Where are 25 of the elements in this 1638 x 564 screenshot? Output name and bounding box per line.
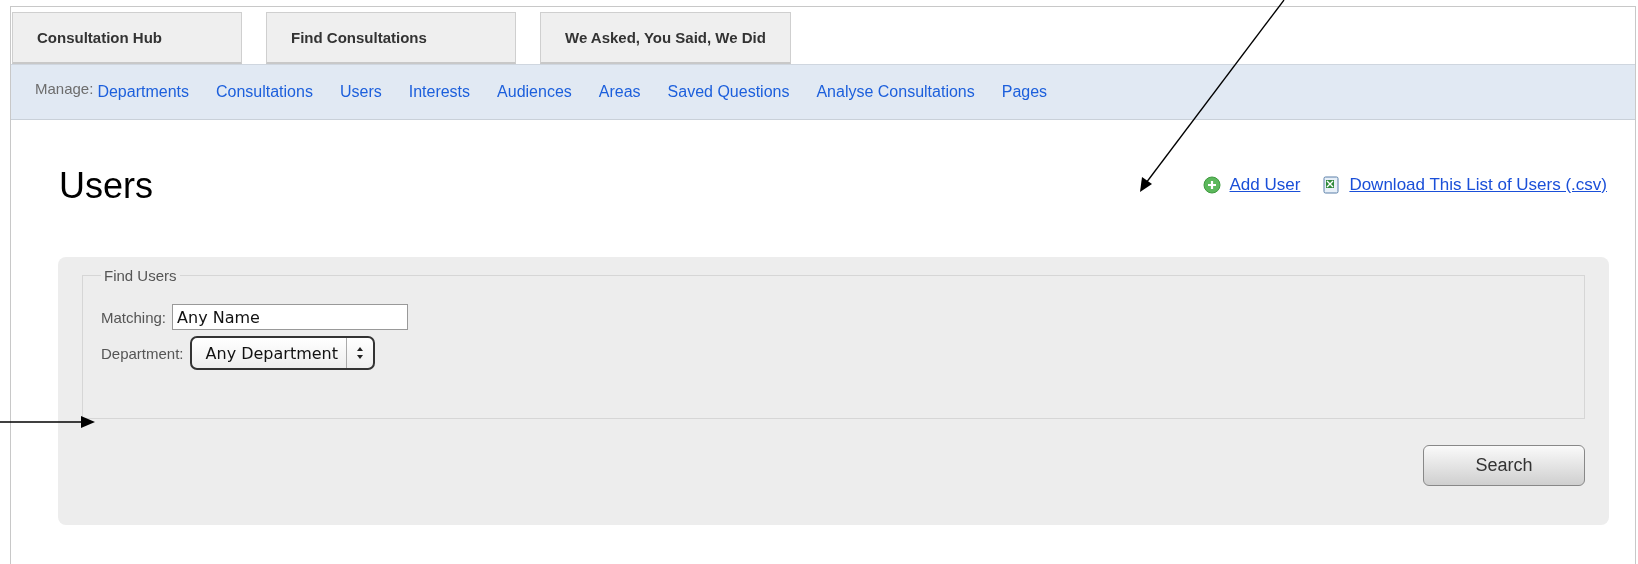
manage-link[interactable]: Departments (97, 83, 189, 101)
search-button[interactable]: Search (1423, 445, 1585, 486)
nav-tab[interactable]: We Asked, You Said, We Did (540, 12, 791, 64)
manage-link[interactable]: Saved Questions (667, 83, 790, 101)
nav-tab[interactable]: Consultation Hub (12, 12, 242, 64)
manage-link[interactable]: Analyse Consultations (816, 83, 975, 101)
updown-icon (356, 346, 364, 360)
field-label: Department: (101, 344, 184, 362)
matching-field[interactable]: Any Name (172, 304, 409, 330)
action-link[interactable]: Add User (1229, 175, 1301, 195)
manage-link[interactable]: Users (339, 83, 382, 101)
group-legend: Find Users (101, 267, 180, 284)
manage-link[interactable]: Consultations (215, 83, 313, 101)
manage-link[interactable]: Areas (598, 83, 641, 101)
manage-link[interactable]: Pages (1001, 83, 1048, 101)
action-link[interactable]: Download This List of Users (.csv) (1349, 175, 1607, 195)
plus-icon (1202, 176, 1221, 194)
nav-tab[interactable]: Find Consultations (266, 12, 516, 64)
spreadsheet-icon (1322, 176, 1341, 194)
manage-link[interactable]: Interests (408, 83, 471, 101)
page-title: Users (59, 165, 153, 207)
manage-link[interactable]: Audiences (497, 83, 572, 101)
manage-label: Manage: (35, 79, 94, 97)
department-select[interactable]: Any Department (189, 336, 375, 370)
field-label: Matching: (101, 308, 167, 326)
